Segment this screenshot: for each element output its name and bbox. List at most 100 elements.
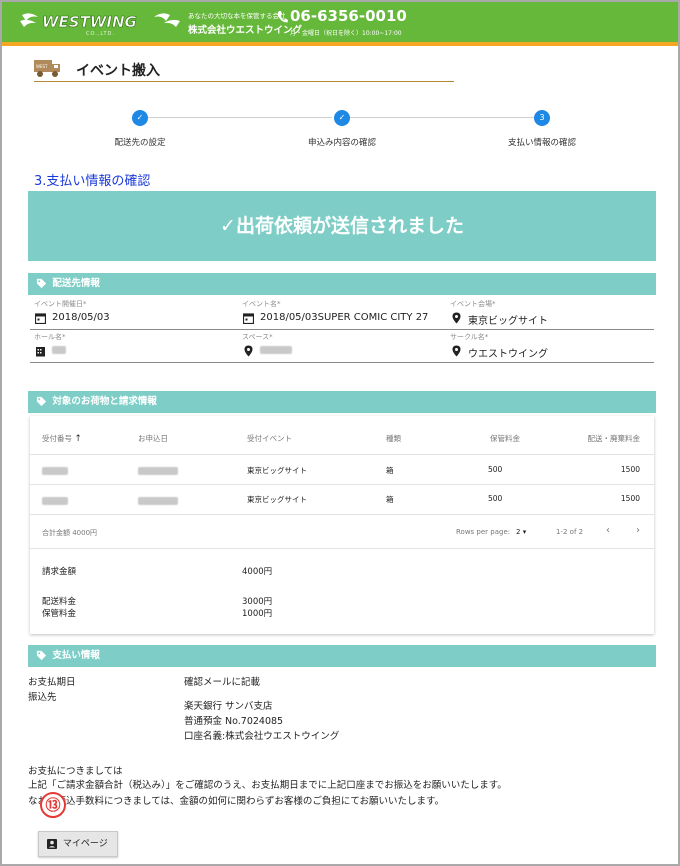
pagination-range: 1-2 of 2 xyxy=(556,528,584,536)
prev-page-icon[interactable]: ‹ xyxy=(606,525,610,536)
space-field[interactable]: スペース* xyxy=(238,331,446,363)
shipping-value: 3000円 xyxy=(242,597,273,607)
event-name-field[interactable]: イベント名* 2018/05/03SUPER COMIC CITY 27 xyxy=(238,298,446,330)
svg-text:WESTWING: WESTWING xyxy=(42,13,137,31)
location-pin-icon xyxy=(452,345,461,357)
table-divider xyxy=(30,454,654,455)
venue-field[interactable]: イベント会場* 東京ビッグサイト xyxy=(446,298,654,330)
bar-title: 配送先情報 xyxy=(52,278,100,289)
table-divider xyxy=(30,514,654,515)
hall-field[interactable]: ホール名* xyxy=(30,331,238,363)
billing-value: 4000円 xyxy=(242,567,273,577)
account-number: 普通預金 No.7024085 xyxy=(184,716,284,727)
success-banner: ✓出荷依頼が送信されました xyxy=(28,191,656,261)
header-accent-bar xyxy=(2,42,678,46)
circle-field[interactable]: サークル名* ウエストウイング xyxy=(446,331,654,363)
col-header-event[interactable]: 受付イベント xyxy=(247,433,292,444)
mypage-button[interactable]: マイページ xyxy=(38,831,118,857)
col-header-receipt-no[interactable]: 受付番号 ↑ xyxy=(42,433,82,444)
cell-storage: 500 xyxy=(488,494,503,503)
step-number: 3 xyxy=(534,110,550,126)
payment-note: お支払につきましては xyxy=(28,766,123,777)
field-label: ホール名* xyxy=(34,333,66,341)
section-heading: 3.支払い情報の確認 xyxy=(34,174,151,189)
site-header: WESTWING CO.,LTD. あなたの大切な本を保管する会社 株式会社ウエ… xyxy=(2,2,678,42)
step-label: 申込み内容の確認 xyxy=(307,138,376,148)
check-icon: ✓ xyxy=(334,110,350,126)
storage-label: 保管料金 xyxy=(42,609,77,619)
bank-name: 楽天銀行 サンバ支店 xyxy=(184,701,273,712)
delivery-info-bar: 配送先情報 xyxy=(28,273,656,295)
truck-icon: WEST xyxy=(34,60,60,77)
dropdown-arrow-icon: ▾ xyxy=(522,528,527,536)
phone-icon xyxy=(277,11,288,23)
step-label: 支払い情報の確認 xyxy=(507,138,576,148)
bar-title: 対象のお荷物と請求情報 xyxy=(52,396,157,407)
storage-value: 1000円 xyxy=(242,609,273,619)
field-label: イベント会場* xyxy=(450,300,496,308)
field-value: 2018/05/03SUPER COMIC CITY 27 xyxy=(260,312,429,323)
building-icon xyxy=(36,347,45,357)
cell-apply-date xyxy=(138,496,178,505)
business-hours: 月・金曜日（祝日を除く）10:00~17:00 xyxy=(290,30,402,37)
sort-arrow-icon: ↑ xyxy=(74,434,82,444)
col-header-type[interactable]: 種類 xyxy=(386,433,401,444)
field-value: 東京ビッグサイト xyxy=(468,316,548,327)
field-value: 2018/05/03 xyxy=(52,312,110,323)
calendar-icon xyxy=(35,313,46,324)
step-label: 配送先の設定 xyxy=(114,138,166,148)
progress-stepper: ✓ 配送先の設定 ✓ 申込み内容の確認 3 支払い情報の確認 xyxy=(2,108,678,152)
cell-event: 東京ビッグサイト xyxy=(247,495,307,504)
cell-event: 東京ビッグサイト xyxy=(247,466,307,475)
company-name: 株式会社ウエストウイング xyxy=(188,25,303,36)
col-header-storage-fee[interactable]: 保管料金 xyxy=(490,433,520,444)
cell-type: 箱 xyxy=(386,495,394,504)
table-divider xyxy=(30,548,654,549)
cell-type: 箱 xyxy=(386,466,394,475)
field-value-redacted xyxy=(52,345,66,356)
check-icon: ✓ xyxy=(132,110,148,126)
field-label: サークル名* xyxy=(450,333,489,341)
total-amount-label: 合計金額 4000円 xyxy=(42,529,98,537)
cell-shipping: 1500 xyxy=(620,494,640,503)
cell-receipt-no xyxy=(42,466,68,475)
field-label: イベント開催日* xyxy=(34,300,87,308)
page-title: イベント搬入 xyxy=(76,63,160,79)
step-3: 3 支払い情報の確認 xyxy=(472,108,612,148)
tag-icon xyxy=(36,650,47,661)
payment-info-bar: 支払い情報 xyxy=(28,645,656,667)
tag-icon xyxy=(36,278,47,289)
cell-shipping: 1500 xyxy=(620,465,640,474)
page-title-row: WEST イベント搬入 xyxy=(34,58,454,82)
next-page-icon[interactable]: › xyxy=(636,525,640,536)
account-label: 振込先 xyxy=(28,692,57,703)
svg-text:WEST: WEST xyxy=(36,64,48,69)
col-header-label: 受付番号 xyxy=(42,434,72,443)
cell-receipt-no xyxy=(42,496,68,505)
due-date-label: お支払期日 xyxy=(28,677,76,688)
orders-table-card: 受付番号 ↑ お申込日 受付イベント 種類 保管料金 配送・廃棄料金 東京ビッグ… xyxy=(30,416,654,634)
billing-label: 請求金額 xyxy=(42,567,77,577)
due-date-value: 確認メールに記載 xyxy=(184,677,261,688)
payment-note: なお、振込手数料につきましては、金額の如何に関わらずお客様のご負担にてお願いいた… xyxy=(28,796,445,807)
phone-number[interactable]: 06-6356-0010 xyxy=(290,7,407,25)
rows-per-page-select[interactable]: 2 ▾ xyxy=(516,528,526,536)
payment-note: 上記「ご請求金額合計（税込み）」をご確認のうえ、お支払期日までに上記口座までお振… xyxy=(28,780,507,791)
shipping-label: 配送料金 xyxy=(42,597,77,607)
tag-icon xyxy=(36,396,47,407)
field-value: ウエストウイング xyxy=(468,349,548,360)
table-divider xyxy=(30,484,654,485)
logo-subtitle: CO.,LTD. xyxy=(86,31,115,37)
field-label: スペース* xyxy=(242,333,273,341)
calendar-icon xyxy=(243,313,254,324)
step-number-badge: ⑬ xyxy=(40,792,66,818)
mypage-button-label: マイページ xyxy=(62,839,108,849)
col-header-shipping-fee[interactable]: 配送・廃棄料金 xyxy=(588,433,641,444)
col-header-apply-date[interactable]: お申込日 xyxy=(138,433,168,444)
account-holder: 口座名義:株式会社ウエストウイング xyxy=(184,731,340,742)
field-label: イベント名* xyxy=(242,300,281,308)
event-date-field[interactable]: イベント開催日* 2018/05/03 xyxy=(30,298,238,330)
rows-per-page-label: Rows per page: xyxy=(456,528,511,536)
cell-apply-date xyxy=(138,466,178,475)
step-1: ✓ 配送先の設定 xyxy=(70,108,210,148)
